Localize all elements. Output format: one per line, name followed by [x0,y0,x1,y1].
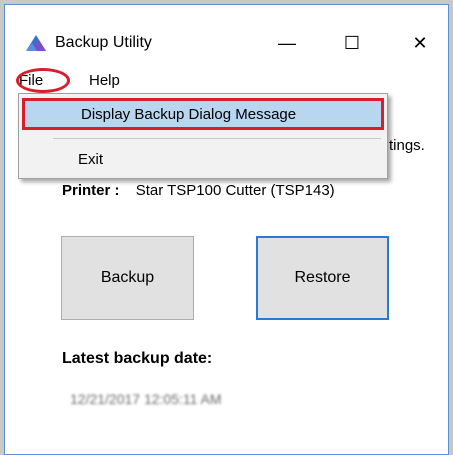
close-button[interactable]: ✕ [397,27,443,59]
latest-backup-value: 12/21/2017 12:05:11 AM [70,391,222,407]
printer-info: Printer : Star TSP100 Cutter (TSP143) [62,182,335,199]
minimize-button[interactable]: — [264,27,310,59]
window-title: Backup Utility [55,34,152,51]
menu-item-label: Display Backup Dialog Message [81,106,297,123]
maximize-button[interactable]: ☐ [329,27,375,59]
title-bar[interactable]: Backup Utility — ☐ ✕ [5,5,448,67]
obscured-instruction-text: tings. [389,137,425,154]
backup-utility-icon [25,32,47,52]
close-icon: ✕ [412,32,428,53]
latest-backup-label: Latest backup date: [62,350,213,367]
menu-separator [53,138,381,139]
backup-button-label: Backup [100,269,155,286]
minimize-icon: — [278,32,296,53]
menu-item-display-backup-dialog[interactable]: Display Backup Dialog Message [22,98,384,130]
menu-item-label: Exit [78,151,104,168]
backup-button[interactable]: Backup [61,236,194,320]
menu-help[interactable]: Help [85,70,124,91]
app-window: Backup Utility — ☐ ✕ File Help tings. Pr… [4,4,449,455]
file-menu-dropdown: Display Backup Dialog Message Exit [18,93,388,179]
menu-bar: File Help [5,67,448,93]
menu-file[interactable]: File [15,70,47,91]
restore-button-label: Restore [294,269,351,286]
menu-item-exit[interactable]: Exit [22,146,384,174]
printer-value: Star TSP100 Cutter (TSP143) [135,182,335,199]
maximize-icon: ☐ [343,32,361,53]
printer-label: Printer : [62,182,120,199]
restore-button[interactable]: Restore [256,236,389,320]
